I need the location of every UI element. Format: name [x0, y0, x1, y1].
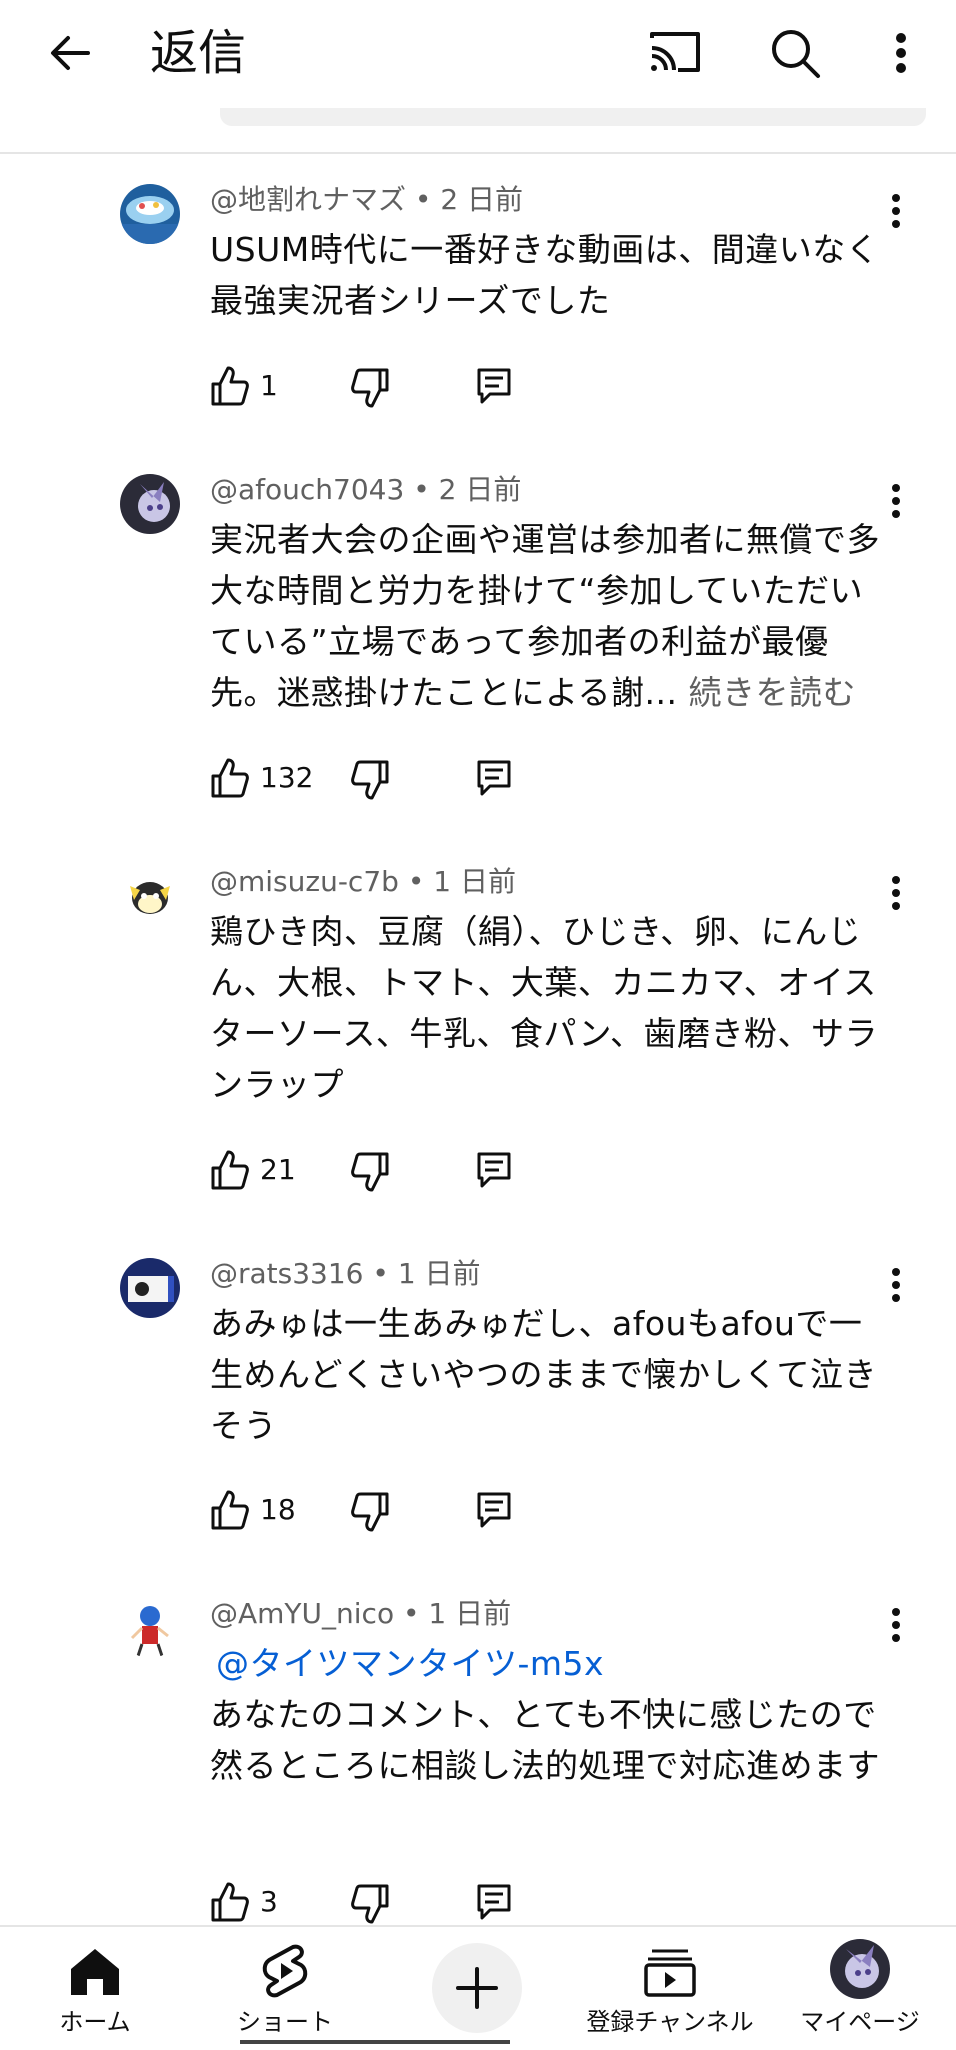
comment-time: 1 日前: [397, 1257, 481, 1290]
home-icon: [65, 1941, 125, 2001]
meta-separator: •: [407, 865, 425, 898]
comment-time: 1 日前: [428, 1597, 512, 1630]
reply-icon[interactable]: [474, 1882, 514, 1922]
comment-author[interactable]: @afouch7043: [210, 473, 404, 506]
avatar[interactable]: [120, 1258, 180, 1318]
like-count: 3: [260, 1885, 278, 1918]
comment-text: 鶏ひき肉、豆腐（絹）、ひじき、卵、にんじん、大根、トマト、大葉、カニカマ、オイス…: [210, 912, 879, 1104]
subscriptions-icon: [640, 1941, 700, 2001]
meta-separator: •: [414, 183, 432, 216]
comment-text: あみゅは一生あみゅだし、afouもafouで一生めんどくさいやつのままで懐かしく…: [210, 1304, 878, 1445]
nav-home-label: ホーム: [59, 2008, 131, 2036]
comment-actions: 132: [210, 756, 530, 804]
nav-you-label: マイページ: [800, 2008, 920, 2036]
comment-meta: @地割れナマズ • 2 日前: [210, 180, 523, 220]
like-icon[interactable]: [210, 1148, 250, 1192]
nav-subscriptions-label: 登録チャンネル: [586, 2008, 754, 2036]
reply-input-stub[interactable]: [220, 108, 926, 126]
comment-time: 2 日前: [438, 473, 522, 506]
like-icon[interactable]: [210, 1488, 250, 1532]
comment-time: 2 日前: [440, 183, 524, 216]
divider: [0, 152, 956, 154]
comment-meta: @AmYU_nico • 1 日前: [210, 1594, 511, 1634]
comment-author[interactable]: @rats3316: [210, 1257, 364, 1290]
avatar[interactable]: [120, 1598, 180, 1658]
comment-actions: 3: [210, 1880, 530, 1928]
profile-avatar: [830, 1939, 890, 1999]
comment-author[interactable]: @AmYU_nico: [210, 1597, 394, 1630]
reply-icon[interactable]: [474, 758, 514, 798]
back-arrow-icon[interactable]: [40, 22, 102, 84]
nav-subscriptions[interactable]: 登録チャンネル: [580, 1927, 760, 2050]
comment-text: @タイツマンタイツ-m5x あなたのコメント、とても不快に感じたので然るところに相…: [210, 1638, 890, 1791]
dislike-icon[interactable]: [350, 758, 390, 802]
top-app-bar: 返信: [0, 0, 956, 110]
like-count: 1: [260, 369, 278, 402]
comment-meta: @rats3316 • 1 日前: [210, 1254, 481, 1294]
dislike-icon[interactable]: [350, 1150, 390, 1194]
more-vert-icon[interactable]: [876, 22, 926, 84]
reply-icon[interactable]: [474, 366, 514, 406]
comment-text: USUM時代に一番好きな動画は、間違いなく最強実況者シリーズでした: [210, 230, 880, 320]
meta-separator: •: [402, 1597, 420, 1630]
avatar[interactable]: [120, 184, 180, 244]
create-button[interactable]: [432, 1943, 522, 2033]
avatar[interactable]: [120, 474, 180, 534]
search-icon[interactable]: [764, 22, 826, 84]
peek-content: [240, 2040, 510, 2044]
meta-separator: •: [372, 1257, 389, 1290]
comment-time: 1 日前: [433, 865, 516, 898]
read-more-link[interactable]: 続きを読む: [688, 673, 856, 712]
like-icon[interactable]: [210, 1880, 250, 1924]
like-count: 18: [260, 1493, 296, 1526]
like-icon[interactable]: [210, 364, 250, 408]
nav-home[interactable]: ホーム: [30, 1927, 160, 2050]
shorts-icon: [255, 1941, 315, 2001]
cast-icon[interactable]: [644, 22, 706, 84]
bottom-navigation: ホーム ショート 登録チャンネル マイページ: [0, 1925, 956, 2050]
dislike-icon[interactable]: [350, 366, 390, 410]
dislike-icon[interactable]: [350, 1490, 390, 1534]
comment-actions: 21: [210, 1148, 530, 1196]
avatar[interactable]: [120, 866, 180, 926]
comment-actions: 1: [210, 364, 530, 412]
like-icon[interactable]: [210, 756, 250, 800]
page-title: 返信: [150, 25, 247, 81]
meta-separator: •: [413, 473, 430, 506]
comment-author[interactable]: @misuzu-c7b: [210, 865, 399, 898]
dislike-icon[interactable]: [350, 1882, 390, 1926]
like-count: 21: [260, 1153, 296, 1186]
reply-icon[interactable]: [474, 1490, 514, 1530]
comment-author[interactable]: @地割れナマズ: [210, 183, 406, 216]
like-count: 132: [260, 761, 314, 794]
comment-body: あなたのコメント、とても不快に感じたので然るところに相談し法的処理で対応進めます: [210, 1695, 880, 1785]
comment-actions: 18: [210, 1488, 530, 1536]
comment-meta: @misuzu-c7b • 1 日前: [210, 862, 516, 902]
mention-link[interactable]: @タイツマンタイツ-m5x: [210, 1638, 890, 1689]
comment-text: 実況者大会の企画や運営は参加者に無償で多大な時間と労力を掛けて“参加していただい…: [210, 514, 890, 718]
nav-shorts[interactable]: ショート: [220, 1927, 350, 2050]
nav-you[interactable]: マイページ: [790, 1927, 930, 2050]
comment-meta: @afouch7043 • 2 日前: [210, 470, 521, 510]
reply-icon[interactable]: [474, 1150, 514, 1190]
nav-shorts-label: ショート: [237, 2008, 333, 2036]
